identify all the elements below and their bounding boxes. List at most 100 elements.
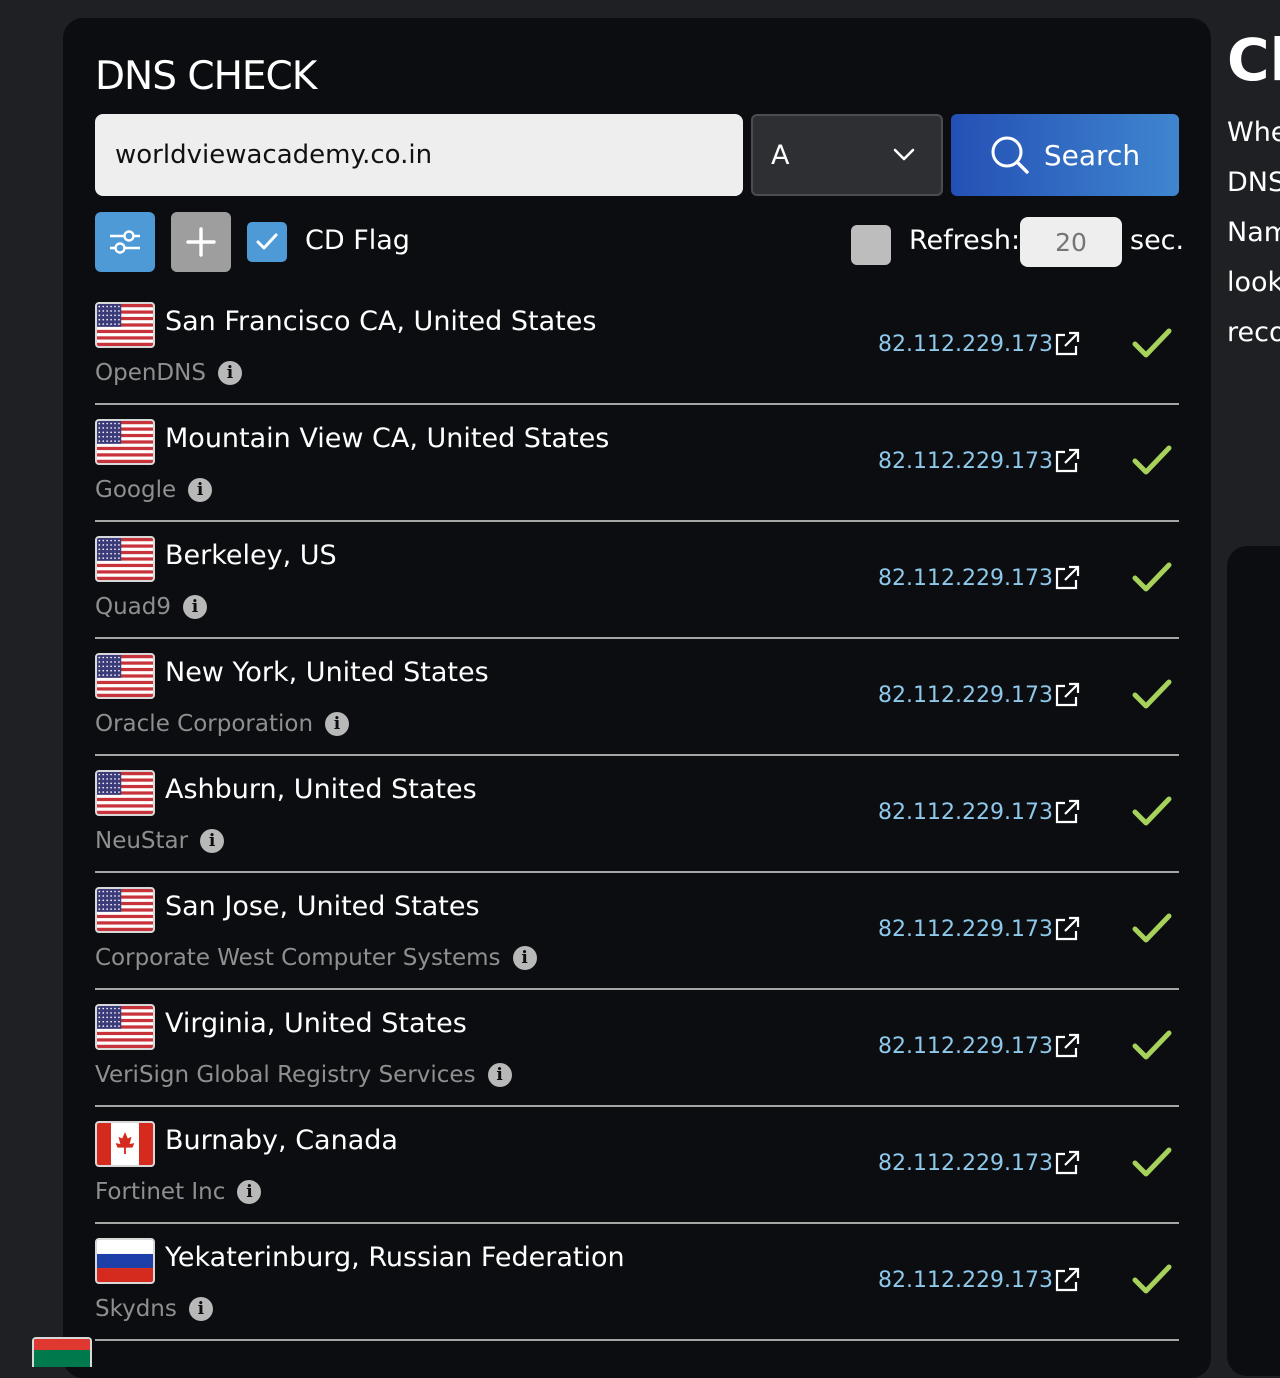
search-button[interactable]: Search <box>951 114 1179 196</box>
external-link-icon[interactable] <box>1053 1149 1081 1177</box>
result-ip-link[interactable]: 82.112.229.173 <box>878 449 1053 474</box>
check-icon <box>1132 913 1172 943</box>
result-ip-link[interactable]: 82.112.229.173 <box>878 917 1053 942</box>
result-provider: Google i <box>95 477 213 503</box>
result-row: Burnaby, Canada Fortinet Inc i 82.112.229.1… <box>95 1107 1179 1224</box>
info-icon[interactable]: i <box>325 712 350 736</box>
result-ip-link[interactable]: 82.112.229.173 <box>878 332 1053 357</box>
result-location: Burnaby, Canada <box>165 1125 398 1156</box>
refresh-checkbox[interactable] <box>851 225 891 265</box>
external-link-icon[interactable] <box>1053 1266 1081 1294</box>
result-provider: Corporate West Computer Systems i <box>95 945 537 971</box>
us-flag-icon <box>95 887 155 933</box>
check-icon <box>1132 796 1172 826</box>
external-link-icon[interactable] <box>1053 330 1081 358</box>
results-list: San Francisco CA, United States OpenDNS i 8… <box>95 288 1179 1341</box>
page-title: DNS CHECK <box>95 54 317 99</box>
check-icon <box>1132 679 1172 709</box>
external-link-icon[interactable] <box>1053 798 1081 826</box>
external-link-icon[interactable] <box>1053 681 1081 709</box>
external-link-icon[interactable] <box>1053 564 1081 592</box>
provider-name: Skydns <box>95 1296 177 1322</box>
info-icon[interactable]: i <box>200 829 225 853</box>
result-location: San Jose, United States <box>165 891 480 922</box>
check-icon <box>1132 445 1172 475</box>
provider-name: Quad9 <box>95 594 172 620</box>
provider-name: NeuStar <box>95 828 189 854</box>
cd-flag-checkbox[interactable] <box>247 222 287 262</box>
result-location: New York, United States <box>165 657 489 688</box>
ru-flag-icon <box>95 1238 155 1284</box>
result-row: New York, United States Oracle Corporatio… <box>95 639 1179 756</box>
dns-check-panel: DNS CHECK A Search CD Flag <box>63 18 1211 1378</box>
info-icon[interactable]: i <box>188 1297 213 1321</box>
us-flag-icon <box>95 653 155 699</box>
external-link-icon[interactable] <box>1053 447 1081 475</box>
result-provider: Skydns i <box>95 1296 213 1322</box>
domain-input[interactable] <box>95 114 743 196</box>
result-row: Ashburn, United States NeuStar i 82.112.229… <box>95 756 1179 873</box>
result-provider: VeriSign Global Registry Services i <box>95 1062 512 1088</box>
search-button-label: Search <box>1043 138 1141 172</box>
refresh-unit-label: sec. <box>1130 225 1185 256</box>
add-button[interactable] <box>171 212 231 272</box>
chevron-down-icon <box>893 148 915 161</box>
info-icon[interactable]: i <box>217 361 242 385</box>
result-ip-link[interactable]: 82.112.229.173 <box>878 1151 1053 1176</box>
side-panel-line: reco <box>1227 317 1280 348</box>
result-location: Yekaterinburg, Russian Federation <box>165 1242 625 1273</box>
side-panel-line: look <box>1227 267 1280 298</box>
result-ip-link[interactable]: 82.112.229.173 <box>878 1268 1053 1293</box>
search-icon <box>991 136 1029 174</box>
result-provider: NeuStar i <box>95 828 225 854</box>
provider-name: Oracle Corporation <box>95 711 314 737</box>
result-row: Yekaterinburg, Russian Federation Skydns i… <box>95 1224 1179 1341</box>
cd-flag-label: CD Flag <box>305 225 410 256</box>
result-ip-link[interactable]: 82.112.229.173 <box>878 566 1053 591</box>
result-provider: OpenDNS i <box>95 360 242 386</box>
refresh-label: Refresh: <box>909 225 1021 256</box>
refresh-interval-input[interactable] <box>1020 217 1122 267</box>
ca-flag-icon <box>95 1121 155 1167</box>
result-provider: Oracle Corporation i <box>95 711 350 737</box>
info-icon[interactable]: i <box>487 1063 512 1087</box>
result-location: San Francisco CA, United States <box>165 306 597 337</box>
record-type-value: A <box>771 139 790 171</box>
result-location: Mountain View CA, United States <box>165 423 610 454</box>
checkmark-icon <box>256 233 278 250</box>
result-ip-link[interactable]: 82.112.229.173 <box>878 1034 1053 1059</box>
result-ip-link[interactable]: 82.112.229.173 <box>878 800 1053 825</box>
info-icon[interactable]: i <box>183 595 208 619</box>
external-link-icon[interactable] <box>1053 1032 1081 1060</box>
external-link-icon[interactable] <box>1053 915 1081 943</box>
provider-name: OpenDNS <box>95 360 206 386</box>
us-flag-icon <box>95 419 155 465</box>
result-row: San Francisco CA, United States OpenDNS i 8… <box>95 288 1179 405</box>
result-location: Ashburn, United States <box>165 774 477 805</box>
check-icon <box>1132 1147 1172 1177</box>
side-panel-title: Ch <box>1227 26 1280 94</box>
result-row: Virginia, United States VeriSign Global R… <box>95 990 1179 1107</box>
result-row: Berkeley, US Quad9 i 82.112.229.173 <box>95 522 1179 639</box>
info-icon[interactable]: i <box>237 1180 262 1204</box>
side-panel-card <box>1227 546 1280 1376</box>
provider-name: Google <box>95 477 177 503</box>
check-icon <box>1132 328 1172 358</box>
info-icon[interactable]: i <box>512 946 537 970</box>
result-ip-link[interactable]: 82.112.229.173 <box>878 683 1053 708</box>
check-icon <box>1132 562 1172 592</box>
result-row: Mountain View CA, United States Google i 82… <box>95 405 1179 522</box>
record-type-select[interactable]: A <box>751 114 943 196</box>
result-location: Berkeley, US <box>165 540 337 571</box>
result-provider: Quad9 i <box>95 594 208 620</box>
result-provider: Fortinet Inc i <box>95 1179 262 1205</box>
sliders-icon <box>110 230 140 254</box>
provider-name: Fortinet Inc <box>95 1179 226 1205</box>
info-icon[interactable]: i <box>188 478 213 502</box>
result-row: San Jose, United States Corporate West Co… <box>95 873 1179 990</box>
settings-button[interactable] <box>95 212 155 272</box>
side-panel-line: Whe <box>1227 117 1280 148</box>
check-icon <box>1132 1264 1172 1294</box>
provider-name: VeriSign Global Registry Services <box>95 1062 476 1088</box>
side-panel-line: Nam <box>1227 217 1280 248</box>
